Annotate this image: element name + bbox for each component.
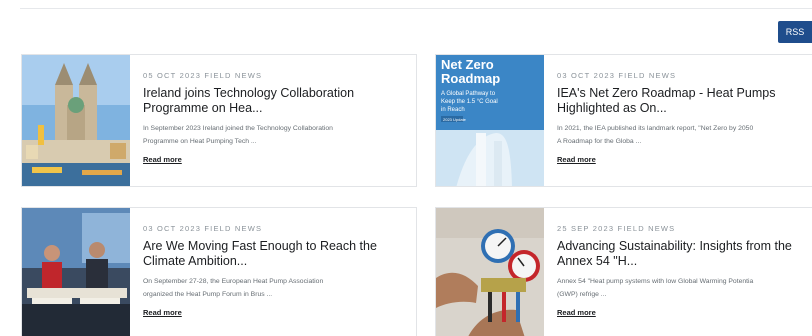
article-date-category: 03 OCT 2023 FIELD NEWS	[557, 71, 677, 80]
article-excerpt: In September 2023 Ireland joined the Tec…	[143, 122, 416, 148]
excerpt-line: (GWP) refrige ...	[557, 291, 607, 298]
cover-title: Roadmap	[441, 71, 500, 86]
article-excerpt: On September 27-28, the European Heat Pu…	[143, 275, 416, 301]
cover-title: Net Zero	[441, 57, 494, 72]
excerpt-line: Programme on Heat Pumping Tech ...	[143, 138, 257, 145]
manifold-gauges-photo[interactable]	[436, 208, 544, 336]
article-title[interactable]: Are We Moving Fast Enough to Reach the C…	[143, 239, 403, 269]
excerpt-line: In September 2023 Ireland joined the Tec…	[143, 125, 333, 132]
read-more-link[interactable]: Read more	[557, 155, 596, 164]
news-card: 25 SEP 2023 FIELD NEWS Advancing Sustain…	[435, 207, 812, 336]
excerpt-line: organized the Heat Pump Forum in Brus ..…	[143, 291, 273, 298]
cover-badge: 2023 Update	[443, 117, 467, 122]
panel-speakers-photo[interactable]	[22, 208, 130, 336]
cover-subtitle: Keep the 1.5 °C Goal	[441, 99, 498, 105]
excerpt-line: On September 27-28, the European Heat Pu…	[143, 278, 324, 285]
excerpt-line: In 2021, the IEA published its landmark …	[557, 125, 754, 132]
article-title[interactable]: IEA's Net Zero Roadmap - Heat Pumps High…	[557, 86, 812, 116]
news-card: 03 OCT 2023 FIELD NEWS Are We Moving Fas…	[21, 207, 417, 336]
excerpt-line: Annex 54 "Heat pump systems with low Glo…	[557, 278, 754, 285]
cover-subtitle: A Global Pathway to	[441, 91, 496, 97]
read-more-link[interactable]: Read more	[557, 308, 596, 317]
church-town-photo[interactable]	[22, 55, 130, 186]
cover-subtitle: in Reach	[441, 107, 465, 113]
news-card: 05 OCT 2023 FIELD NEWS Ireland joins Tec…	[21, 54, 417, 187]
news-card: Net Zero Roadmap A Global Pathway to Kee…	[435, 54, 812, 187]
article-date-category: 25 SEP 2023 FIELD NEWS	[557, 224, 676, 233]
article-date-category: 03 OCT 2023 FIELD NEWS	[143, 224, 263, 233]
article-title[interactable]: Ireland joins Technology Collaboration P…	[143, 86, 403, 116]
article-date-category: 05 OCT 2023 FIELD NEWS	[143, 71, 263, 80]
read-more-link[interactable]: Read more	[143, 308, 182, 317]
read-more-link[interactable]: Read more	[143, 155, 182, 164]
news-page: RSS 05 OCT 2023 FIELD NEWS Ireland joins…	[0, 0, 812, 336]
rss-button[interactable]: RSS	[778, 21, 812, 43]
article-excerpt: Annex 54 "Heat pump systems with low Glo…	[557, 275, 812, 301]
article-title[interactable]: Advancing Sustainability: Insights from …	[557, 239, 812, 269]
report-cover-image[interactable]: Net Zero Roadmap A Global Pathway to Kee…	[436, 55, 544, 186]
excerpt-line: A Roadmap for the Globa ...	[557, 138, 642, 145]
article-excerpt: In 2021, the IEA published its landmark …	[557, 122, 812, 148]
divider	[20, 8, 812, 9]
